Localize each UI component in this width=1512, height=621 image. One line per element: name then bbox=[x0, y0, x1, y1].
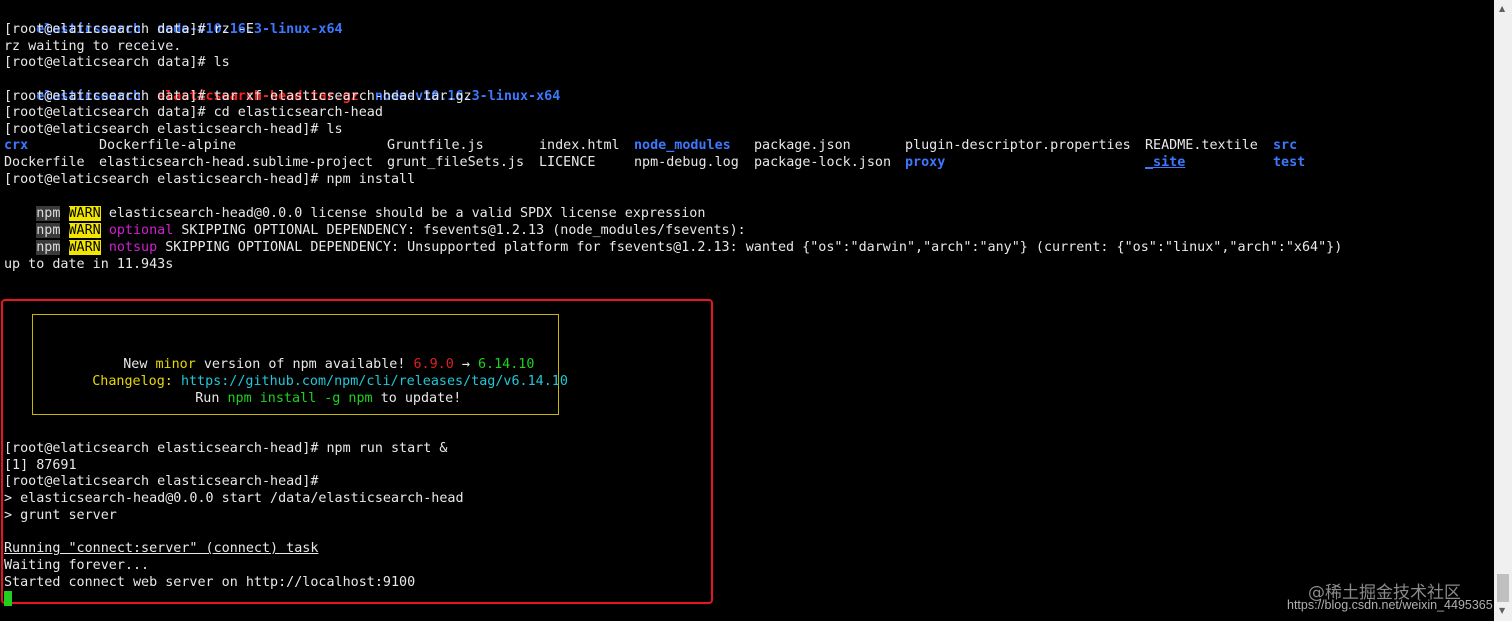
notice-text: to update! bbox=[380, 391, 462, 406]
ls-entry-file[interactable]: Dockerfile bbox=[4, 155, 85, 170]
terminal-output-line: Started connect web server on http://loc… bbox=[4, 575, 416, 590]
terminal-command-line: [root@elaticsearch elasticsearch-head]# … bbox=[4, 172, 416, 187]
terminal-line: elasticsearch node-v10.16.3-linux-x64 bbox=[4, 4, 342, 37]
changelog-label: Changelog: bbox=[92, 374, 173, 389]
terminal-output-line: > elasticsearch-head@0.0.0 start /data/e… bbox=[4, 491, 464, 506]
ls-entry-file[interactable]: package-lock.json bbox=[754, 155, 891, 170]
update-notice-line: Changelog: https://github.com/npm/cli/re… bbox=[60, 356, 568, 389]
ls-entry-dir[interactable]: test bbox=[1273, 155, 1305, 170]
scroll-up-icon[interactable]: ▲ bbox=[1499, 4, 1505, 13]
ls-entry-file[interactable]: Gruntfile.js bbox=[387, 138, 484, 153]
terminal-output-line: Running "connect:server" (connect) task bbox=[4, 541, 319, 556]
terminal-command-line: [root@elaticsearch data]# rz -E bbox=[4, 22, 254, 37]
ls-entry-file[interactable]: grunt_fileSets.js bbox=[387, 155, 524, 170]
ls-entry-file[interactable]: npm-debug.log bbox=[634, 155, 739, 170]
terminal-output-line: [1] 87691 bbox=[4, 458, 77, 473]
npm-warn-line: npm WARN optional SKIPPING OPTIONAL DEPE… bbox=[4, 205, 746, 238]
warn-tag: WARN bbox=[68, 240, 101, 255]
ls-entry-dir[interactable]: _site bbox=[1145, 155, 1185, 170]
terminal-output-line: up to date in 11.943s bbox=[4, 257, 174, 272]
terminal-command-line: [root@elaticsearch elasticsearch-head]# bbox=[4, 474, 319, 489]
update-command: npm install -g npm bbox=[227, 391, 373, 406]
ls-entry-file[interactable]: README.textile bbox=[1145, 138, 1258, 153]
ls-entry-file[interactable]: package.json bbox=[754, 138, 851, 153]
terminal-command-line: [root@elaticsearch data]# cd elasticsear… bbox=[4, 105, 383, 120]
update-notice-line: Run npm install -g npm to update! bbox=[163, 373, 461, 406]
npm-tag: npm bbox=[36, 240, 61, 255]
vertical-scrollbar[interactable]: ▲ ▼ bbox=[1494, 0, 1512, 621]
ls-entry-file[interactable]: Dockerfile-alpine bbox=[99, 138, 236, 153]
terminal-line: elasticsearch elasticsearch-head.tar.gz … bbox=[4, 71, 560, 104]
terminal-output-line: > grunt server bbox=[4, 508, 117, 523]
ls-entry-dir[interactable]: node_modules bbox=[634, 138, 731, 153]
ls-entry-file[interactable]: elasticsearch-head.sublime-project bbox=[99, 155, 373, 170]
terminal-command-line: [root@elaticsearch elasticsearch-head]# … bbox=[4, 122, 343, 137]
update-notice-line: New minor version of npm available! 6.9.… bbox=[91, 339, 534, 372]
terminal-command-line: [root@elaticsearch elasticsearch-head]# … bbox=[4, 441, 448, 456]
ls-entry-file[interactable]: plugin-descriptor.properties bbox=[905, 138, 1131, 153]
terminal-command-line: [root@elaticsearch data]# tar xf elastic… bbox=[4, 89, 472, 104]
ls-entry-dir[interactable]: crx bbox=[4, 138, 28, 153]
scrollbar-thumb[interactable] bbox=[1497, 574, 1509, 602]
npm-warn-line: npm WARN notsup SKIPPING OPTIONAL DEPEND… bbox=[4, 222, 1342, 255]
npm-warn-line: npm WARN elasticsearch-head@0.0.0 licens… bbox=[4, 188, 705, 221]
notice-text: Run bbox=[195, 391, 220, 406]
terminal-cursor bbox=[4, 591, 12, 606]
ls-entry-dir[interactable]: proxy bbox=[905, 155, 945, 170]
ls-entry-dir[interactable]: src bbox=[1273, 138, 1297, 153]
watermark-url: https://blog.csdn.net/weixin_4495365 bbox=[1287, 598, 1493, 612]
ls-entry-file[interactable]: LICENCE bbox=[539, 155, 595, 170]
terminal-command-line: [root@elaticsearch data]# ls bbox=[4, 55, 230, 70]
warn-keyword: notsup bbox=[108, 240, 158, 255]
scroll-down-icon[interactable]: ▼ bbox=[1499, 606, 1505, 615]
warn-message: SKIPPING OPTIONAL DEPENDENCY: Unsupporte… bbox=[165, 240, 1343, 255]
terminal-window[interactable]: elasticsearch node-v10.16.3-linux-x64 [r… bbox=[0, 0, 1494, 621]
terminal-output-line: rz waiting to receive. bbox=[4, 39, 182, 54]
ls-entry-file[interactable]: index.html bbox=[539, 138, 620, 153]
terminal-output-line: Waiting forever... bbox=[4, 558, 150, 573]
